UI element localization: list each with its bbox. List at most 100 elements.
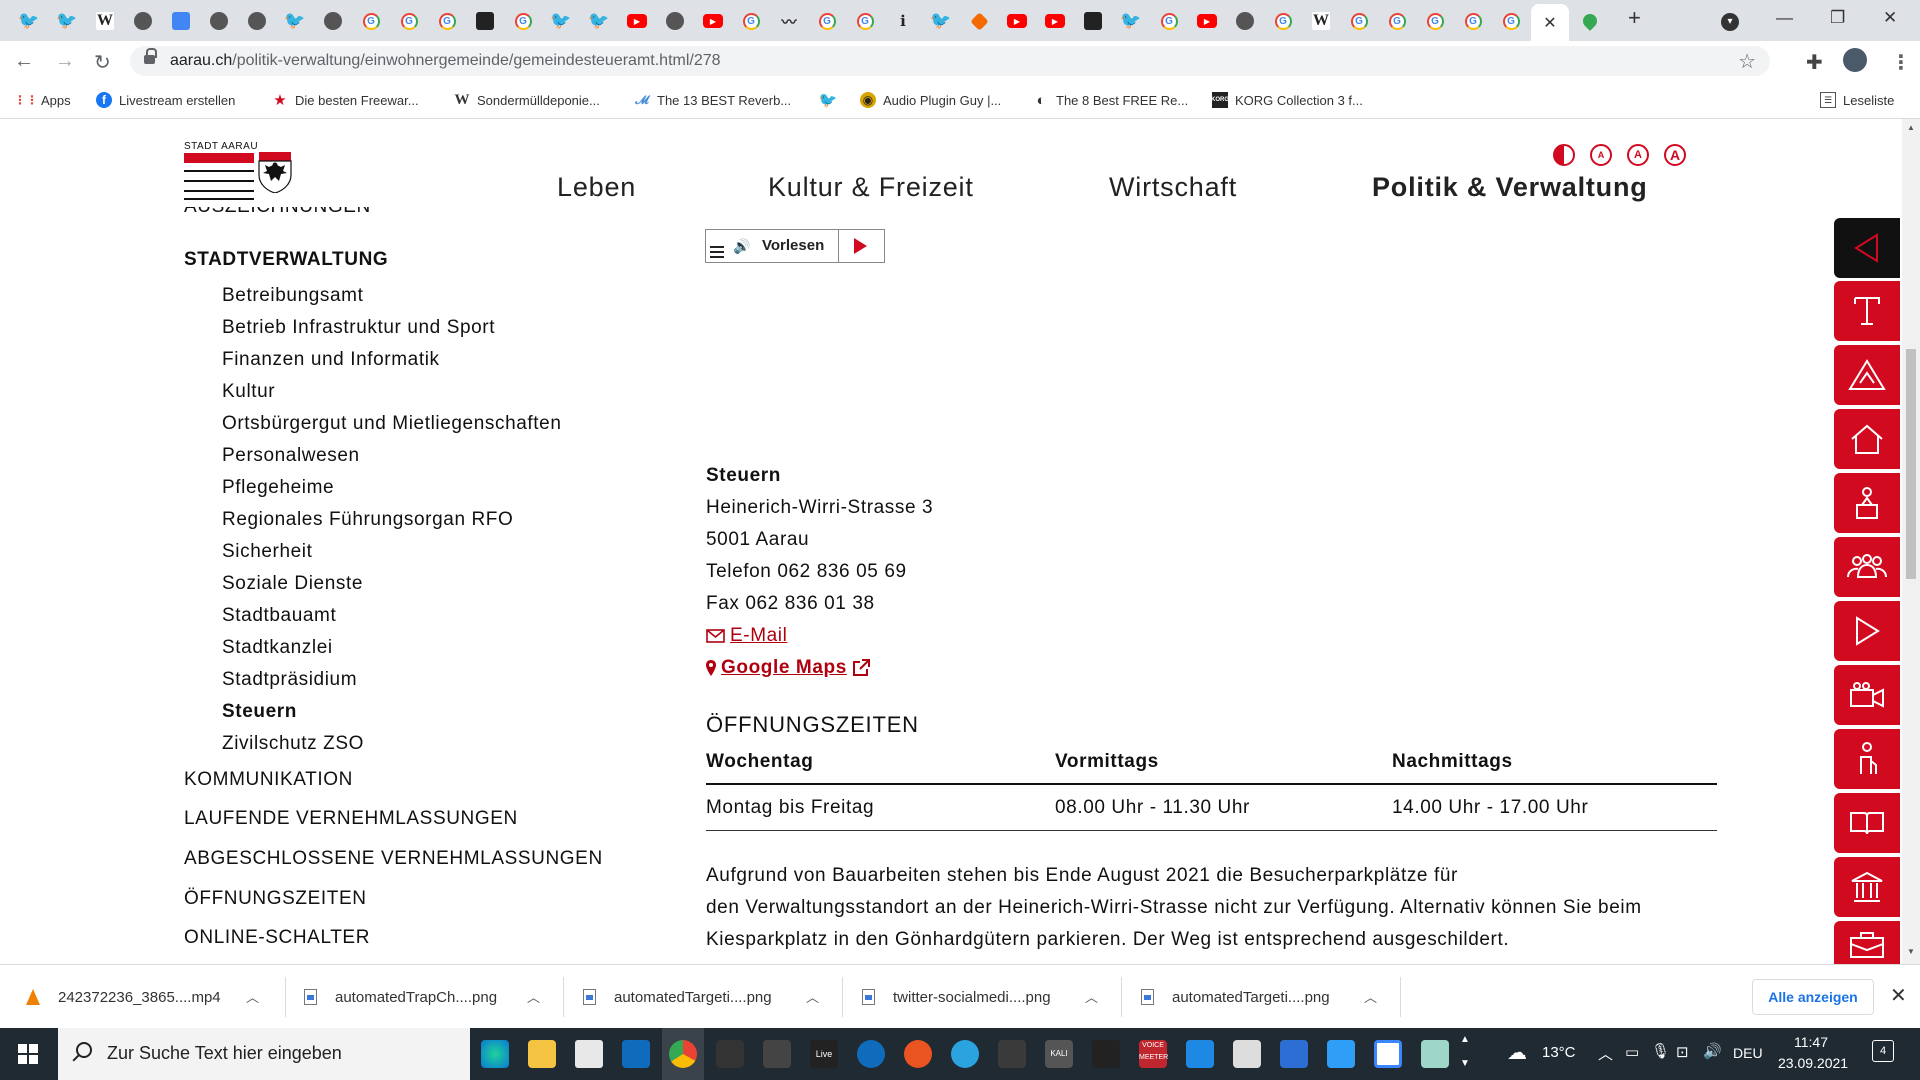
- scroll-up-arrow-icon[interactable]: ▲: [1907, 123, 1915, 132]
- tab-google[interactable]: G: [356, 8, 386, 34]
- minimize-button[interactable]: —: [1776, 8, 1793, 28]
- chevron-up-icon[interactable]: ︿: [1085, 987, 1098, 1006]
- close-icon[interactable]: ✕: [1543, 13, 1556, 33]
- taskbar-search[interactable]: Zur Suche Text hier eingeben: [58, 1028, 470, 1080]
- download-item[interactable]: twitter-socialmedi....png ︿: [862, 965, 1098, 1029]
- tab-youtube[interactable]: ▶: [1192, 8, 1222, 34]
- tab-generic[interactable]: [660, 8, 690, 34]
- ubuntu-icon[interactable]: [904, 1040, 932, 1068]
- page-scrollbar[interactable]: ▲ ▼: [1902, 119, 1920, 964]
- sidebar-item[interactable]: Sicherheit: [222, 541, 313, 563]
- tab-generic[interactable]: [470, 8, 500, 34]
- tab-github[interactable]: [128, 8, 158, 34]
- scroll-down-arrow-icon[interactable]: ▼: [1907, 947, 1915, 956]
- sidebar-item[interactable]: Soziale Dienste: [222, 573, 363, 595]
- reload-button[interactable]: ↻: [94, 50, 111, 75]
- tab-google[interactable]: G: [1268, 8, 1298, 34]
- email-link[interactable]: E-Mail: [706, 625, 787, 647]
- sidebar-item[interactable]: Finanzen und Informatik: [222, 349, 440, 371]
- bookmark-apps[interactable]: ⋮⋮ Apps: [14, 92, 71, 108]
- app-icon[interactable]: [1374, 1040, 1402, 1068]
- sidebar-item[interactable]: Stadtpräsidium: [222, 669, 357, 691]
- sidebar-item[interactable]: Stadtkanzlei: [222, 637, 333, 659]
- sidebar-item[interactable]: Regionales Führungsorgan RFO: [222, 509, 513, 531]
- sidebar-item[interactable]: Ortsbürgergut und Mietliegenschaften: [222, 413, 562, 435]
- microphone-icon[interactable]: 🎙: [1651, 1042, 1670, 1060]
- download-item[interactable]: automatedTrapCh....png ︿: [304, 965, 540, 1029]
- skype-icon[interactable]: [857, 1040, 885, 1068]
- bookmark-item[interactable]: KORG KORG Collection 3 f...: [1211, 92, 1363, 108]
- tab-generic[interactable]: ℹ: [888, 8, 918, 34]
- scrollbar-thumb[interactable]: [1906, 349, 1916, 579]
- taskbar-scroll-down-icon[interactable]: ▼: [1460, 1058, 1470, 1069]
- sidebar-item[interactable]: Pflegeheime: [222, 477, 334, 499]
- app-icon[interactable]: [1327, 1040, 1355, 1068]
- quick-link-button[interactable]: [1834, 921, 1900, 964]
- quick-link-button[interactable]: [1834, 281, 1900, 341]
- download-item[interactable]: automatedTargeti....png ︿: [1141, 965, 1377, 1029]
- reading-list-button[interactable]: ☰ Leseliste: [1820, 92, 1894, 108]
- show-all-downloads-button[interactable]: Alle anzeigen: [1752, 979, 1874, 1015]
- new-tab-button[interactable]: +: [1628, 5, 1641, 31]
- tab-generic[interactable]: [964, 8, 994, 34]
- tab-google[interactable]: G: [432, 8, 462, 34]
- tab-translate[interactable]: [166, 8, 196, 34]
- tab-generic[interactable]: [318, 8, 348, 34]
- tab-google[interactable]: G: [508, 8, 538, 34]
- start-button[interactable]: [18, 1044, 38, 1064]
- volume-icon[interactable]: 🔊: [1703, 1042, 1722, 1060]
- tab-twitter[interactable]: 🐦: [14, 8, 44, 34]
- google-maps-link[interactable]: Google Maps: [706, 657, 870, 679]
- tab-google[interactable]: G: [1420, 8, 1450, 34]
- quick-link-button[interactable]: [1834, 729, 1900, 789]
- sidebar-item[interactable]: Personalwesen: [222, 445, 360, 467]
- tab-generic[interactable]: 〰: [774, 8, 804, 34]
- nav-politik-verwaltung[interactable]: Politik & Verwaltung: [1372, 172, 1648, 203]
- sidebar-section-stadtverwaltung[interactable]: STADTVERWALTUNG: [184, 249, 388, 271]
- sidebar-item-oeffnungszeiten[interactable]: ÖFFNUNGSZEITEN: [184, 888, 367, 910]
- bookmark-item[interactable]: W Sondermülldeponie...: [454, 92, 600, 108]
- quick-link-button[interactable]: [1834, 473, 1900, 533]
- nav-wirtschaft[interactable]: Wirtschaft: [1109, 172, 1237, 203]
- sidebar-item[interactable]: Betrieb Infrastruktur und Sport: [222, 317, 495, 339]
- bookmark-item[interactable]: ◐ The 8 Best FREE Re...: [1033, 92, 1188, 109]
- font-size-medium-button[interactable]: A: [1627, 144, 1649, 166]
- tab-wikipedia[interactable]: W: [90, 8, 120, 34]
- back-button[interactable]: ←: [14, 50, 34, 73]
- app-icon[interactable]: [1233, 1040, 1261, 1068]
- tab-maps[interactable]: [1575, 8, 1605, 34]
- quick-link-button[interactable]: [1834, 601, 1900, 661]
- chrome-icon[interactable]: [669, 1040, 697, 1068]
- tab-google[interactable]: G: [1154, 8, 1184, 34]
- file-explorer-icon[interactable]: [528, 1040, 556, 1068]
- bookmark-item[interactable]: 🐦: [819, 92, 838, 109]
- tab-active-close[interactable]: ✕: [1531, 4, 1569, 41]
- quick-link-button[interactable]: [1834, 793, 1900, 853]
- taskbar-scroll-up-icon[interactable]: ▲: [1460, 1034, 1470, 1045]
- url-text[interactable]: aarau.ch/politik-verwaltung/einwohnergem…: [170, 52, 721, 70]
- tab-wikipedia[interactable]: W: [1306, 8, 1336, 34]
- tab-generic[interactable]: [204, 8, 234, 34]
- tab-youtube[interactable]: ▶: [622, 8, 652, 34]
- weather-temp[interactable]: 13°C: [1542, 1044, 1576, 1061]
- tray-chevron-icon[interactable]: ︿: [1598, 1043, 1613, 1064]
- sidebar-item-abgeschlossene[interactable]: ABGESCHLOSSENE VERNEHMLASSUNGEN: [184, 848, 603, 870]
- tab-twitter[interactable]: 🐦: [584, 8, 614, 34]
- extensions-icon[interactable]: ✚: [1806, 50, 1823, 75]
- close-downloads-icon[interactable]: ✕: [1890, 983, 1907, 1008]
- tab-google[interactable]: G: [850, 8, 880, 34]
- close-window-button[interactable]: ✕: [1883, 8, 1897, 28]
- tab-google[interactable]: G: [1344, 8, 1374, 34]
- tab-google[interactable]: G: [1496, 8, 1526, 34]
- sidebar-item[interactable]: Zivilschutz ZSO: [222, 733, 364, 755]
- vorlesen-widget[interactable]: 🔊 Vorlesen: [705, 229, 885, 263]
- tab-twitter[interactable]: 🐦: [52, 8, 82, 34]
- font-size-small-button[interactable]: A: [1590, 144, 1612, 166]
- menu-kebab-icon[interactable]: ⋮: [1891, 50, 1911, 75]
- teamviewer-icon[interactable]: [1186, 1040, 1214, 1068]
- restore-button[interactable]: ❐: [1830, 8, 1845, 28]
- sidebar-item-kommunikation[interactable]: KOMMUNIKATION: [184, 769, 353, 791]
- quick-link-button[interactable]: [1834, 857, 1900, 917]
- nav-kultur-freizeit[interactable]: Kultur & Freizeit: [768, 172, 974, 203]
- kali-icon[interactable]: KALI: [1045, 1040, 1073, 1068]
